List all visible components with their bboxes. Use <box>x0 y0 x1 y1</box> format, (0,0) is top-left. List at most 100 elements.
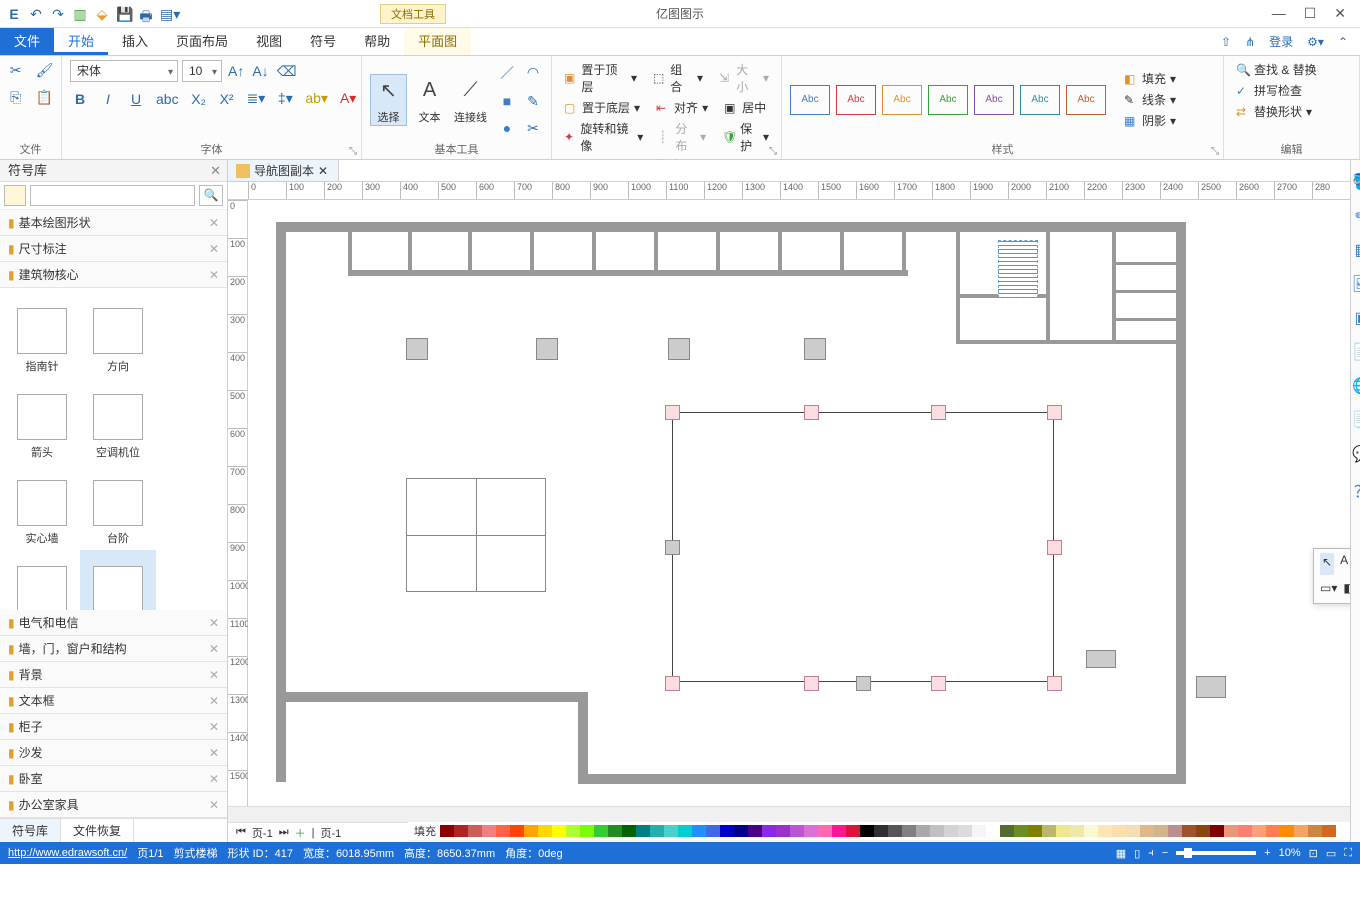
underline-icon[interactable]: U <box>126 89 146 109</box>
web-icon[interactable]: 🌐 <box>1351 376 1360 398</box>
color-swatch[interactable] <box>1294 825 1308 837</box>
color-swatch[interactable] <box>706 825 720 837</box>
color-swatch[interactable] <box>1322 825 1336 837</box>
spell-check-button[interactable]: ✓拼写检查 <box>1232 81 1306 100</box>
share-icon[interactable]: ⇧ <box>1221 35 1231 49</box>
mini-toolbar[interactable]: ↖ A↑ A↓ ≡ 宋体 🖌▾ B I ▭▾ ◧▾ 💧▾ ⋯▾ ✕ <box>1313 548 1350 604</box>
handle-sw[interactable] <box>665 676 680 691</box>
login-link[interactable]: 登录 <box>1269 33 1293 50</box>
color-swatch[interactable] <box>482 825 496 837</box>
font-size-combo[interactable]: 10 <box>182 60 222 82</box>
font-family-combo[interactable]: 宋体 <box>70 60 178 82</box>
copy-icon[interactable]: ⎘ <box>6 87 26 108</box>
page-last-icon[interactable]: ⏭ <box>279 826 289 839</box>
ruler-horizontal[interactable]: 0100200300400500600700800900100011001200… <box>228 182 1350 200</box>
sidebar-category[interactable]: ▮办公室家具✕ <box>0 792 227 818</box>
color-swatch[interactable] <box>902 825 916 837</box>
connector-tool[interactable]: ⟋连接线 <box>452 75 489 125</box>
comment-icon[interactable]: 💬 <box>1351 444 1360 466</box>
fit-width-icon[interactable]: ▭ <box>1326 847 1336 860</box>
italic-icon[interactable]: I <box>98 89 118 109</box>
handle-e[interactable] <box>1047 540 1062 555</box>
color-swatch[interactable] <box>440 825 454 837</box>
color-swatch[interactable] <box>692 825 706 837</box>
undo-icon[interactable]: ↶ <box>28 6 44 22</box>
doc2-icon[interactable]: 📑 <box>1351 410 1360 432</box>
close-icon[interactable]: ✕ <box>1334 5 1346 22</box>
maximize-icon[interactable]: ☐ <box>1304 5 1317 22</box>
print-icon[interactable]: 🖶 <box>138 6 154 22</box>
color-swatch[interactable] <box>930 825 944 837</box>
document-tab[interactable]: 导航图副本✕ <box>228 160 339 181</box>
line-spacing-icon[interactable]: ‡▾ <box>275 88 295 109</box>
shadow-button[interactable]: ▦阴影▾ <box>1120 111 1180 130</box>
shape-item[interactable]: 方向 <box>80 292 156 378</box>
library-select-icon[interactable] <box>4 185 26 206</box>
app-logo-icon[interactable]: E <box>6 6 22 22</box>
color-swatch[interactable] <box>496 825 510 837</box>
group-button[interactable]: ⬚组合▾ <box>649 60 707 96</box>
handle-nw[interactable] <box>665 405 680 420</box>
color-swatch[interactable] <box>580 825 594 837</box>
style-launcher-icon[interactable]: ⤡ <box>1211 146 1219 157</box>
handle-se[interactable] <box>1047 676 1062 691</box>
minimize-icon[interactable]: — <box>1272 5 1286 22</box>
settings-icon[interactable]: ⚙▾ <box>1307 35 1324 49</box>
sidebar-category[interactable]: ▮建筑物核心✕ <box>0 262 227 288</box>
color-swatch[interactable] <box>860 825 874 837</box>
style-preset-5[interactable]: Abc <box>974 85 1014 115</box>
superscript-icon[interactable]: X² <box>217 89 237 109</box>
collapse-ribbon-icon[interactable]: ⌃ <box>1338 35 1348 49</box>
color-swatch[interactable] <box>468 825 482 837</box>
highlight-icon[interactable]: ab▾ <box>303 88 330 109</box>
shape-item[interactable]: 空调机位 <box>80 378 156 464</box>
sidebar-category[interactable]: ▮沙发✕ <box>0 740 227 766</box>
page-icon[interactable]: ▦ <box>1351 240 1360 262</box>
clear-format-icon[interactable]: ⌫ <box>275 61 299 82</box>
color-swatch[interactable] <box>1070 825 1084 837</box>
color-swatch[interactable] <box>1112 825 1126 837</box>
strike-icon[interactable]: abc <box>154 89 181 109</box>
color-swatch[interactable] <box>832 825 846 837</box>
sidebar-tab-library[interactable]: 符号库 <box>0 819 61 842</box>
open-icon[interactable]: ⬙ <box>94 6 110 22</box>
sidebar-tab-recovery[interactable]: 文件恢复 <box>61 819 134 842</box>
mini-move-icon[interactable]: ↖ <box>1320 553 1334 575</box>
color-swatch[interactable] <box>958 825 972 837</box>
send-back-button[interactable]: ▢置于底层▾ <box>560 98 644 117</box>
tab-layout[interactable]: 页面布局 <box>162 28 242 55</box>
shape-item[interactable]: 箭头 <box>4 378 80 464</box>
text-tool[interactable]: A文本 <box>411 75 448 125</box>
rect-icon[interactable]: ■ <box>497 91 517 112</box>
save-icon[interactable]: 💾 <box>116 6 132 22</box>
theme-icon[interactable]: 🪣 <box>1351 172 1360 194</box>
page-add-icon[interactable]: ＋ <box>295 825 306 841</box>
color-swatch[interactable] <box>734 825 748 837</box>
style-preset-1[interactable]: Abc <box>790 85 830 115</box>
color-swatch[interactable] <box>1196 825 1210 837</box>
tab-insert[interactable]: 插入 <box>108 28 162 55</box>
color-swatch[interactable] <box>608 825 622 837</box>
view-mode-2-icon[interactable]: ▯ <box>1134 847 1140 860</box>
line-button[interactable]: ✎线条▾ <box>1120 90 1180 109</box>
font-color-icon[interactable]: A▾ <box>338 88 358 109</box>
color-swatch[interactable] <box>804 825 818 837</box>
mini-line-icon[interactable]: ▭▾ <box>1320 581 1337 599</box>
redo-icon[interactable]: ↷ <box>50 6 66 22</box>
color-swatch[interactable] <box>1140 825 1154 837</box>
mini-grow-font-icon[interactable]: A↑ <box>1340 553 1350 575</box>
grow-font-icon[interactable]: A↑ <box>226 61 246 81</box>
stairs-shape[interactable] <box>998 240 1038 298</box>
style-preset-3[interactable]: Abc <box>882 85 922 115</box>
color-swatch[interactable] <box>1042 825 1056 837</box>
help-icon2[interactable]: ？ <box>1351 478 1360 500</box>
rotate-button[interactable]: ✦旋转和镜像▾ <box>560 119 647 155</box>
color-swatch[interactable] <box>720 825 734 837</box>
style-preset-7[interactable]: Abc <box>1066 85 1106 115</box>
color-swatch[interactable] <box>944 825 958 837</box>
color-swatch[interactable] <box>1224 825 1238 837</box>
format-painter-icon[interactable]: 🖌 <box>34 60 56 81</box>
doc-tab-close-icon[interactable]: ✕ <box>318 160 328 182</box>
color-swatch[interactable] <box>846 825 860 837</box>
tab-symbol[interactable]: 符号 <box>296 28 350 55</box>
